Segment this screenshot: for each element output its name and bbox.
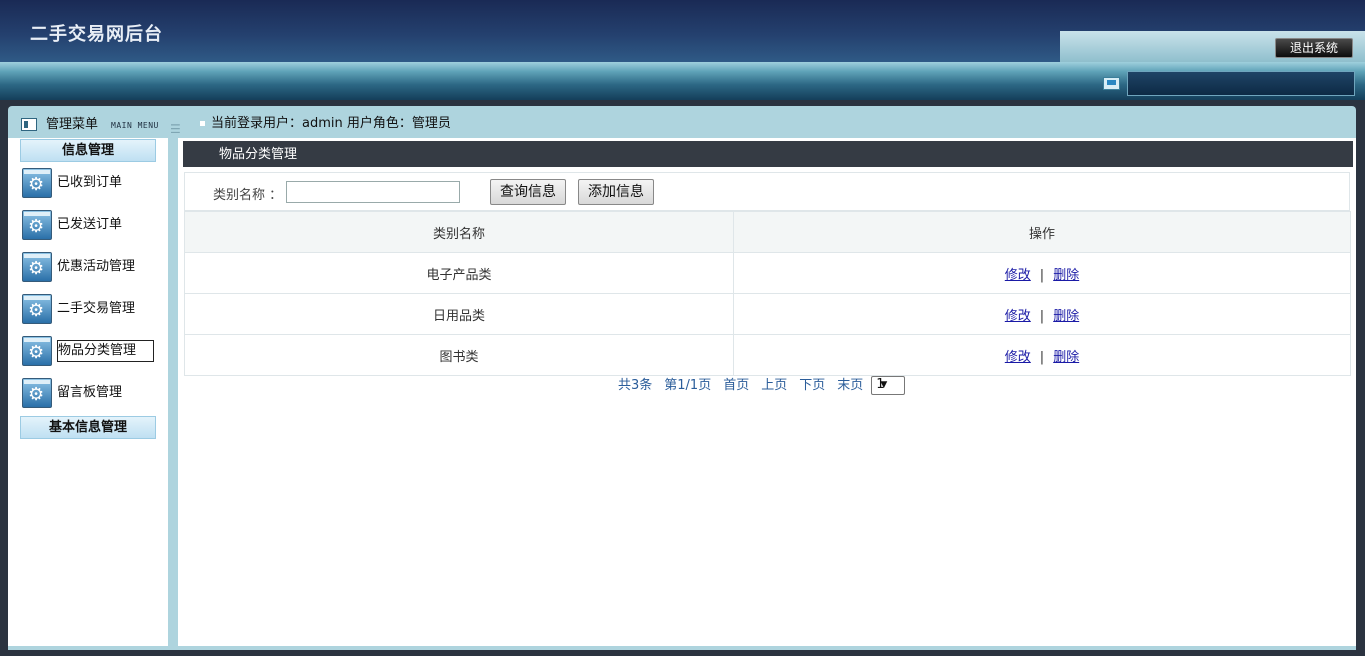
bullet-icon	[200, 121, 205, 126]
pager-page-info: 第1/1页	[664, 378, 712, 393]
action-separator: |	[1039, 267, 1045, 283]
sidebar-section-info[interactable]: 信息管理	[20, 139, 156, 162]
sidebar-item-label: 二手交易管理	[57, 301, 136, 316]
panel-title-bar: 物品分类管理	[183, 141, 1353, 167]
gear-icon	[22, 336, 52, 366]
sidebar-item-sent-orders[interactable]: 已发送订单	[22, 210, 162, 242]
pager-last-link[interactable]: 末页	[837, 378, 863, 393]
query-button[interactable]: 查询信息	[490, 179, 566, 205]
chevron-down-icon: ▼	[880, 380, 888, 390]
pagination: 共3条 第1/1页 首页 上页 下页 末页 1 ▼	[618, 376, 906, 396]
menu-icon	[21, 118, 37, 131]
search-bar: 类别名称 ： 查询信息 添加信息	[184, 172, 1350, 211]
pager-total: 共3条	[618, 378, 653, 393]
gear-icon	[22, 168, 52, 198]
column-header-category: 类别名称	[184, 211, 734, 253]
actions-cell: 修改 | 删除	[733, 252, 1351, 294]
login-info: 当前登录用户：admin 用户角色：管理员	[200, 112, 451, 136]
table-header-row: 类别名称 操作	[184, 211, 1351, 253]
category-name-input[interactable]	[286, 181, 460, 203]
menu-title: 管理菜单	[46, 117, 99, 132]
pager-next-link[interactable]: 下页	[799, 378, 825, 393]
actions-cell: 修改 | 删除	[733, 334, 1351, 376]
sidebar-item-second-hand[interactable]: 二手交易管理	[22, 294, 162, 326]
table-row: 日用品类 修改 | 删除	[184, 293, 1351, 335]
login-info-text: 当前登录用户：admin 用户角色：管理员	[211, 116, 451, 131]
sidebar-item-label: 优惠活动管理	[57, 259, 136, 274]
delete-link[interactable]: 删除	[1053, 268, 1079, 283]
sidebar-item-received-orders[interactable]: 已收到订单	[22, 168, 162, 200]
delete-link[interactable]: 删除	[1053, 350, 1079, 365]
logout-button[interactable]: 退出系统	[1275, 38, 1353, 58]
add-button[interactable]: 添加信息	[578, 179, 654, 205]
edit-link[interactable]: 修改	[1005, 268, 1031, 283]
pager-prev-link[interactable]: 上页	[761, 378, 787, 393]
gear-icon	[22, 210, 52, 240]
action-separator: |	[1039, 349, 1045, 365]
sidebar-item-label: 物品分类管理	[57, 340, 154, 362]
gear-icon	[22, 294, 52, 324]
app-title: 二手交易网后台	[30, 24, 163, 45]
bottom-strip	[0, 650, 1365, 656]
content-area: 物品分类管理 类别名称 ： 查询信息 添加信息 类别名称 操作 电子产品类 修改…	[178, 138, 1356, 646]
category-name-cell: 电子产品类	[184, 252, 734, 294]
sidebar-item-label: 已收到订单	[57, 175, 123, 190]
gear-icon	[22, 252, 52, 282]
delete-link[interactable]: 删除	[1053, 309, 1079, 324]
header-status-box	[1127, 71, 1355, 96]
category-name-label: 类别名称 ：	[213, 188, 283, 203]
menu-header: 管理菜单 MAIN MENU ☰	[8, 112, 181, 136]
panel-title: 物品分类管理	[219, 147, 298, 162]
column-header-actions: 操作	[733, 211, 1351, 253]
menu-subtitle: MAIN MENU	[111, 121, 159, 130]
category-table: 类别名称 操作 电子产品类 修改 | 删除 日用品类 修改 | 删除 图书类 修改 | 删除	[184, 211, 1351, 376]
category-name-cell: 日用品类	[184, 293, 734, 335]
actions-cell: 修改 | 删除	[733, 293, 1351, 335]
sidebar-item-message-board[interactable]: 留言板管理	[22, 378, 162, 410]
pager-first-link[interactable]: 首页	[723, 378, 749, 393]
top-header: 二手交易网后台 退出系统	[0, 0, 1365, 62]
edit-link[interactable]: 修改	[1005, 309, 1031, 324]
sidebar-item-promotions[interactable]: 优惠活动管理	[22, 252, 162, 284]
category-name-cell: 图书类	[184, 334, 734, 376]
sidebar-item-categories[interactable]: 物品分类管理	[22, 336, 162, 368]
monitor-icon	[1103, 77, 1120, 90]
edit-link[interactable]: 修改	[1005, 350, 1031, 365]
header-bar	[0, 62, 1365, 100]
page-select[interactable]: 1 ▼	[871, 376, 906, 395]
sidebar-item-label: 已发送订单	[57, 217, 123, 232]
sidebar: 信息管理 已收到订单 已发送订单 优惠活动管理 二手交易管理 物品分类管理 留言…	[8, 138, 168, 646]
action-separator: |	[1039, 308, 1045, 324]
sidebar-item-label: 留言板管理	[57, 385, 123, 400]
table-row: 电子产品类 修改 | 删除	[184, 252, 1351, 294]
gear-icon	[22, 378, 52, 408]
table-row: 图书类 修改 | 删除	[184, 334, 1351, 376]
sidebar-section-basic-info[interactable]: 基本信息管理	[20, 416, 156, 439]
